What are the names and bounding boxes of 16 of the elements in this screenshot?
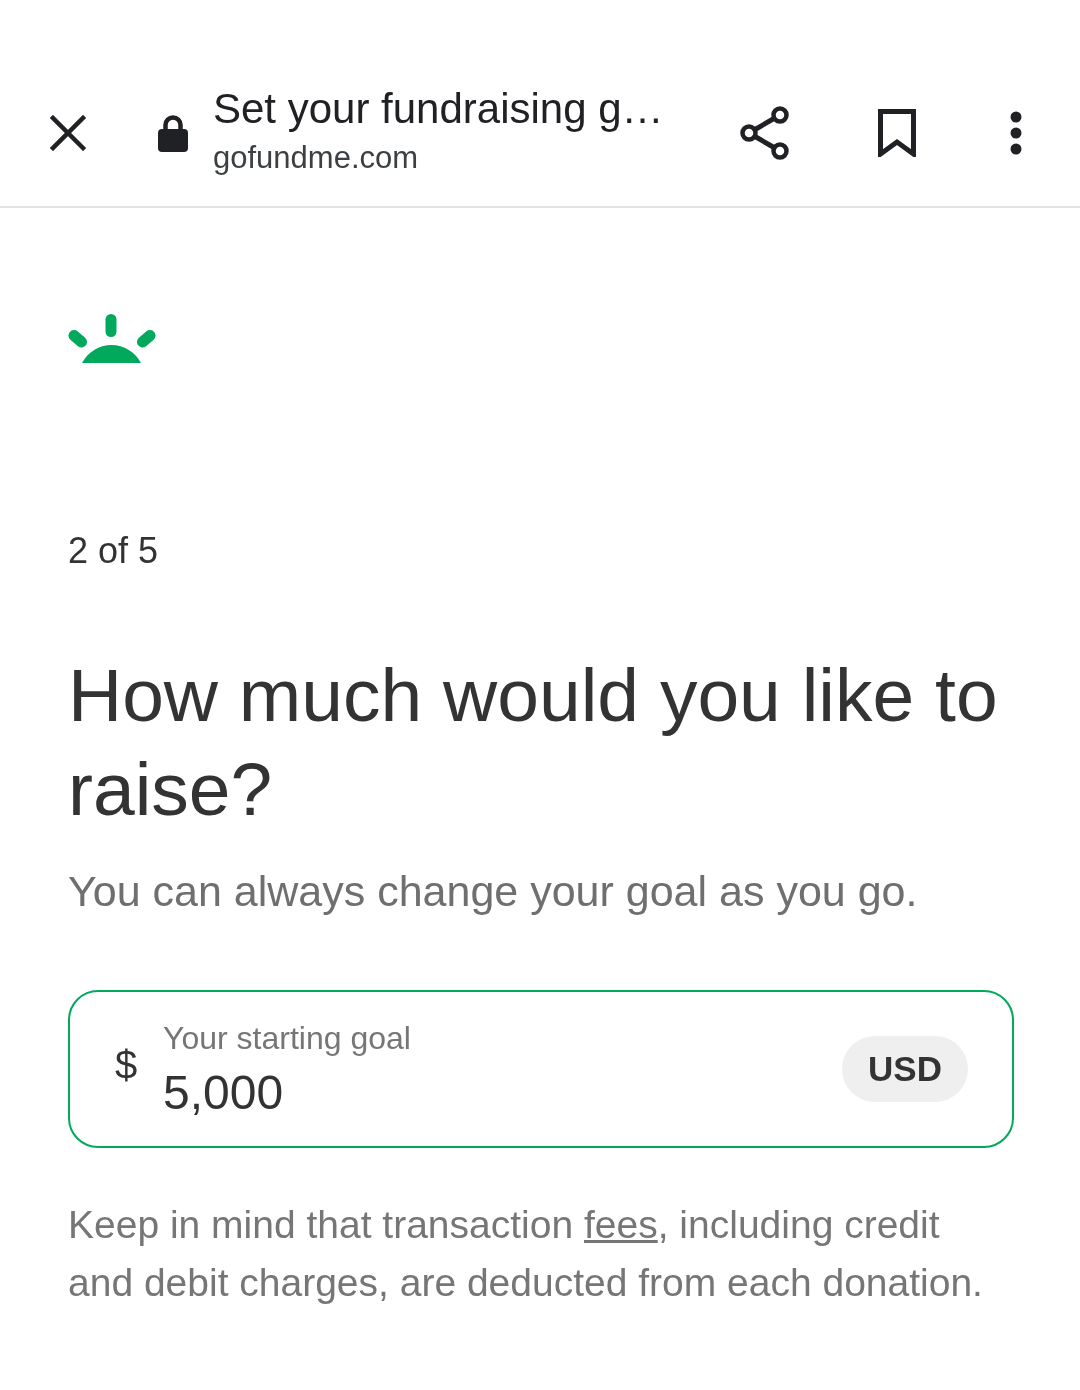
page-url[interactable]: gofundme.com bbox=[213, 138, 419, 178]
subtitle-text: You can always change your goal as you go. bbox=[68, 866, 918, 917]
currency-button[interactable]: USD bbox=[842, 1036, 968, 1102]
more-options-icon[interactable] bbox=[1010, 111, 1022, 155]
logo-icon[interactable] bbox=[67, 313, 157, 363]
page-heading: How much would you like to raise? bbox=[68, 652, 999, 833]
goal-value: 5,000 bbox=[163, 1064, 284, 1121]
fees-link[interactable]: fees bbox=[584, 1203, 658, 1246]
field-label: Your starting goal bbox=[163, 1018, 411, 1058]
page-title: Set your fundraising g… bbox=[213, 84, 664, 134]
currency-symbol: $ bbox=[115, 1042, 139, 1089]
close-icon[interactable] bbox=[50, 115, 86, 151]
fees-note: Keep in mind that transaction fees, including credit and debit charges, are deducted from each donation. bbox=[68, 1202, 984, 1306]
share-icon[interactable] bbox=[740, 106, 790, 160]
bookmark-icon[interactable] bbox=[878, 109, 916, 157]
step-counter: 2 of 5 bbox=[68, 529, 159, 573]
